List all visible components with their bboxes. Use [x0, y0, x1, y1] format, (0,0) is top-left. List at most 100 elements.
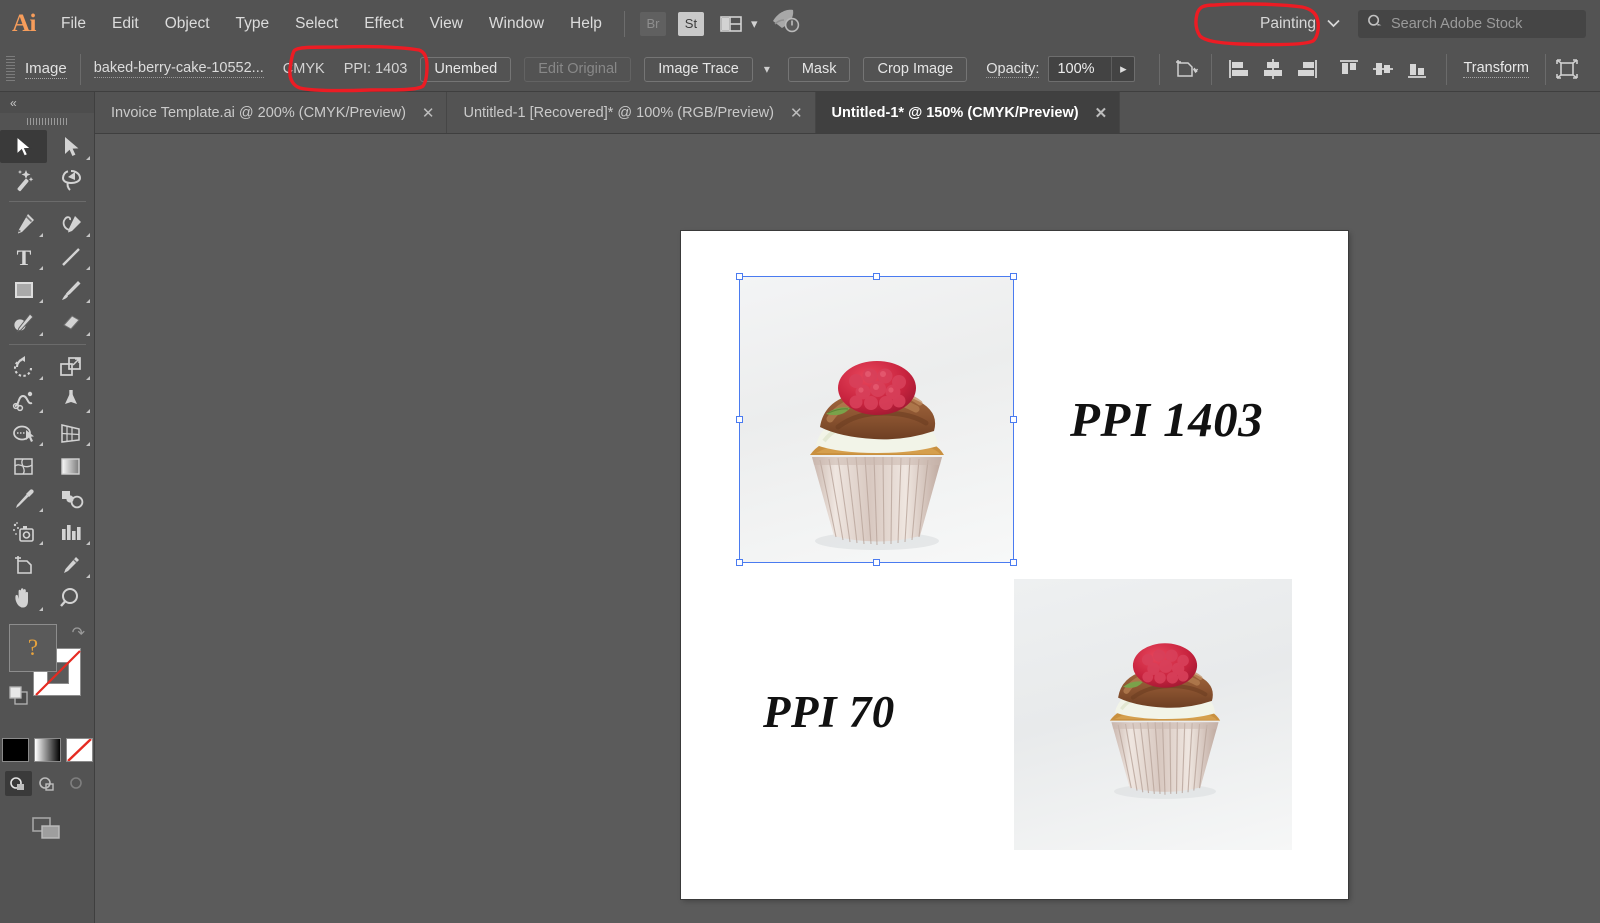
tools-panel: «: [0, 92, 95, 923]
blend-tool[interactable]: [47, 482, 94, 515]
ppi-1403-text[interactable]: PPI 1403: [1070, 391, 1263, 448]
rotate-tool[interactable]: [0, 350, 47, 383]
menu-file[interactable]: File: [48, 0, 99, 47]
close-icon[interactable]: ✕: [790, 104, 803, 122]
fill-swatch[interactable]: ?: [9, 624, 57, 672]
artboard-tool[interactable]: [0, 548, 47, 581]
divider: [9, 344, 86, 345]
stock-button[interactable]: St: [678, 12, 704, 36]
paintbrush-tool[interactable]: [47, 273, 94, 306]
type-tool[interactable]: T: [0, 240, 47, 273]
slice-tool[interactable]: [47, 548, 94, 581]
mesh-tool[interactable]: [0, 449, 47, 482]
change-screen-mode-icon[interactable]: [0, 814, 94, 842]
direct-selection-tool[interactable]: [47, 130, 94, 163]
tab-label: Invoice Template.ai @ 200% (CMYK/Preview…: [111, 105, 406, 121]
color-mode-label: CMYK: [283, 61, 325, 77]
menu-edit[interactable]: Edit: [99, 0, 152, 47]
double-chevron-left-icon[interactable]: «: [0, 92, 94, 113]
fill-stroke-swatches: ↷ ?: [0, 621, 94, 733]
eyedropper-tool[interactable]: [0, 482, 47, 515]
arrange-chevron-down-icon[interactable]: ▾: [751, 16, 758, 32]
default-fill-stroke-icon[interactable]: [7, 684, 33, 715]
align-horizontal-center-icon[interactable]: [1260, 56, 1286, 82]
gradient-tool[interactable]: [47, 449, 94, 482]
menu-type[interactable]: Type: [223, 0, 283, 47]
menu-select[interactable]: Select: [282, 0, 351, 47]
opacity-field[interactable]: 100% ▸: [1048, 56, 1135, 82]
bridge-button[interactable]: Br: [640, 12, 666, 36]
align-top-icon[interactable]: [1336, 56, 1362, 82]
chevron-down-icon: [1327, 15, 1340, 33]
cupcake-image-low-res[interactable]: [1014, 579, 1292, 850]
close-icon[interactable]: ✕: [422, 104, 435, 122]
lasso-tool[interactable]: [47, 163, 94, 196]
select-similar-objects-icon[interactable]: [1173, 56, 1199, 82]
pen-tool[interactable]: [0, 207, 47, 240]
opacity-value[interactable]: 100%: [1049, 61, 1111, 77]
ppi-70-text[interactable]: PPI 70: [763, 686, 895, 738]
gradient-mode-swatch[interactable]: [34, 738, 61, 762]
menu-help[interactable]: Help: [557, 0, 615, 47]
adobe-stock-search[interactable]: Search Adobe Stock: [1358, 10, 1586, 38]
document-tab-untitled-recovered[interactable]: Untitled-1 [Recovered]* @ 100% (RGB/Prev…: [447, 92, 815, 133]
align-bottom-icon[interactable]: [1404, 56, 1430, 82]
color-mode-swatch[interactable]: [2, 738, 29, 762]
hand-tool[interactable]: [0, 581, 47, 614]
cupcake-image-high-res[interactable]: [740, 277, 1013, 562]
color-mode-swatches: [0, 738, 94, 762]
drawing-modes: [0, 771, 94, 796]
linked-file-name[interactable]: baked-berry-cake-10552...: [94, 60, 264, 78]
draw-behind-button[interactable]: [34, 771, 61, 796]
align-vertical-center-icon[interactable]: [1370, 56, 1396, 82]
none-mode-swatch[interactable]: [66, 738, 93, 762]
zoom-tool[interactable]: [47, 581, 94, 614]
draw-normal-button[interactable]: [5, 771, 32, 796]
scale-tool[interactable]: [47, 350, 94, 383]
image-trace-chevron-down-icon[interactable]: ▾: [756, 57, 778, 82]
mask-button[interactable]: Mask: [788, 57, 851, 82]
drag-grip-icon[interactable]: [0, 113, 94, 130]
draw-inside-button[interactable]: [63, 771, 90, 796]
align-right-icon[interactable]: [1294, 56, 1320, 82]
divider: [80, 54, 81, 85]
column-graph-tool[interactable]: [47, 515, 94, 548]
object-type-label: Image: [25, 60, 67, 79]
canvas-area[interactable]: PPI 1403 PPI 70: [95, 134, 1600, 923]
selection-tool[interactable]: [0, 130, 47, 163]
curvature-tool[interactable]: [47, 207, 94, 240]
perspective-grid-tool[interactable]: [47, 416, 94, 449]
menu-effect[interactable]: Effect: [351, 0, 416, 47]
rocket-power-icon[interactable]: [771, 8, 801, 39]
shaper-pencil-tool[interactable]: [0, 306, 47, 339]
image-trace-button[interactable]: Image Trace: [644, 57, 753, 82]
document-tab-bar: Invoice Template.ai @ 200% (CMYK/Preview…: [95, 92, 1600, 134]
artboard[interactable]: PPI 1403 PPI 70: [681, 231, 1348, 899]
workspace-switcher[interactable]: Painting: [1248, 9, 1352, 39]
control-bar-grip[interactable]: [6, 56, 15, 82]
unembed-button[interactable]: Unembed: [420, 57, 511, 82]
close-icon[interactable]: ✕: [1095, 104, 1108, 122]
workspace-label: Painting: [1260, 15, 1316, 33]
document-tab-untitled-1[interactable]: Untitled-1* @ 150% (CMYK/Preview) ✕: [816, 92, 1121, 133]
shape-builder-tool[interactable]: [0, 416, 47, 449]
menu-bar: Ai File Edit Object Type Select Effect V…: [0, 0, 1600, 47]
document-tab-invoice[interactable]: Invoice Template.ai @ 200% (CMYK/Preview…: [95, 92, 447, 133]
align-left-icon[interactable]: [1226, 56, 1252, 82]
menu-object[interactable]: Object: [152, 0, 223, 47]
magic-wand-tool[interactable]: [0, 163, 47, 196]
opacity-chevron-right-icon[interactable]: ▸: [1111, 57, 1134, 81]
swap-fill-stroke-icon[interactable]: ↷: [72, 623, 85, 643]
menu-view[interactable]: View: [417, 0, 476, 47]
eraser-tool[interactable]: [47, 306, 94, 339]
line-segment-tool[interactable]: [47, 240, 94, 273]
crop-image-button[interactable]: Crop Image: [863, 57, 967, 82]
free-transform-tool[interactable]: [47, 383, 94, 416]
arrange-documents-icon[interactable]: [720, 15, 742, 33]
rectangle-tool[interactable]: [0, 273, 47, 306]
menu-window[interactable]: Window: [476, 0, 557, 47]
edit-artboards-icon[interactable]: [1554, 56, 1580, 82]
transform-link[interactable]: Transform: [1463, 60, 1529, 78]
symbol-sprayer-tool[interactable]: [0, 515, 47, 548]
width-warp-tool[interactable]: [0, 383, 47, 416]
